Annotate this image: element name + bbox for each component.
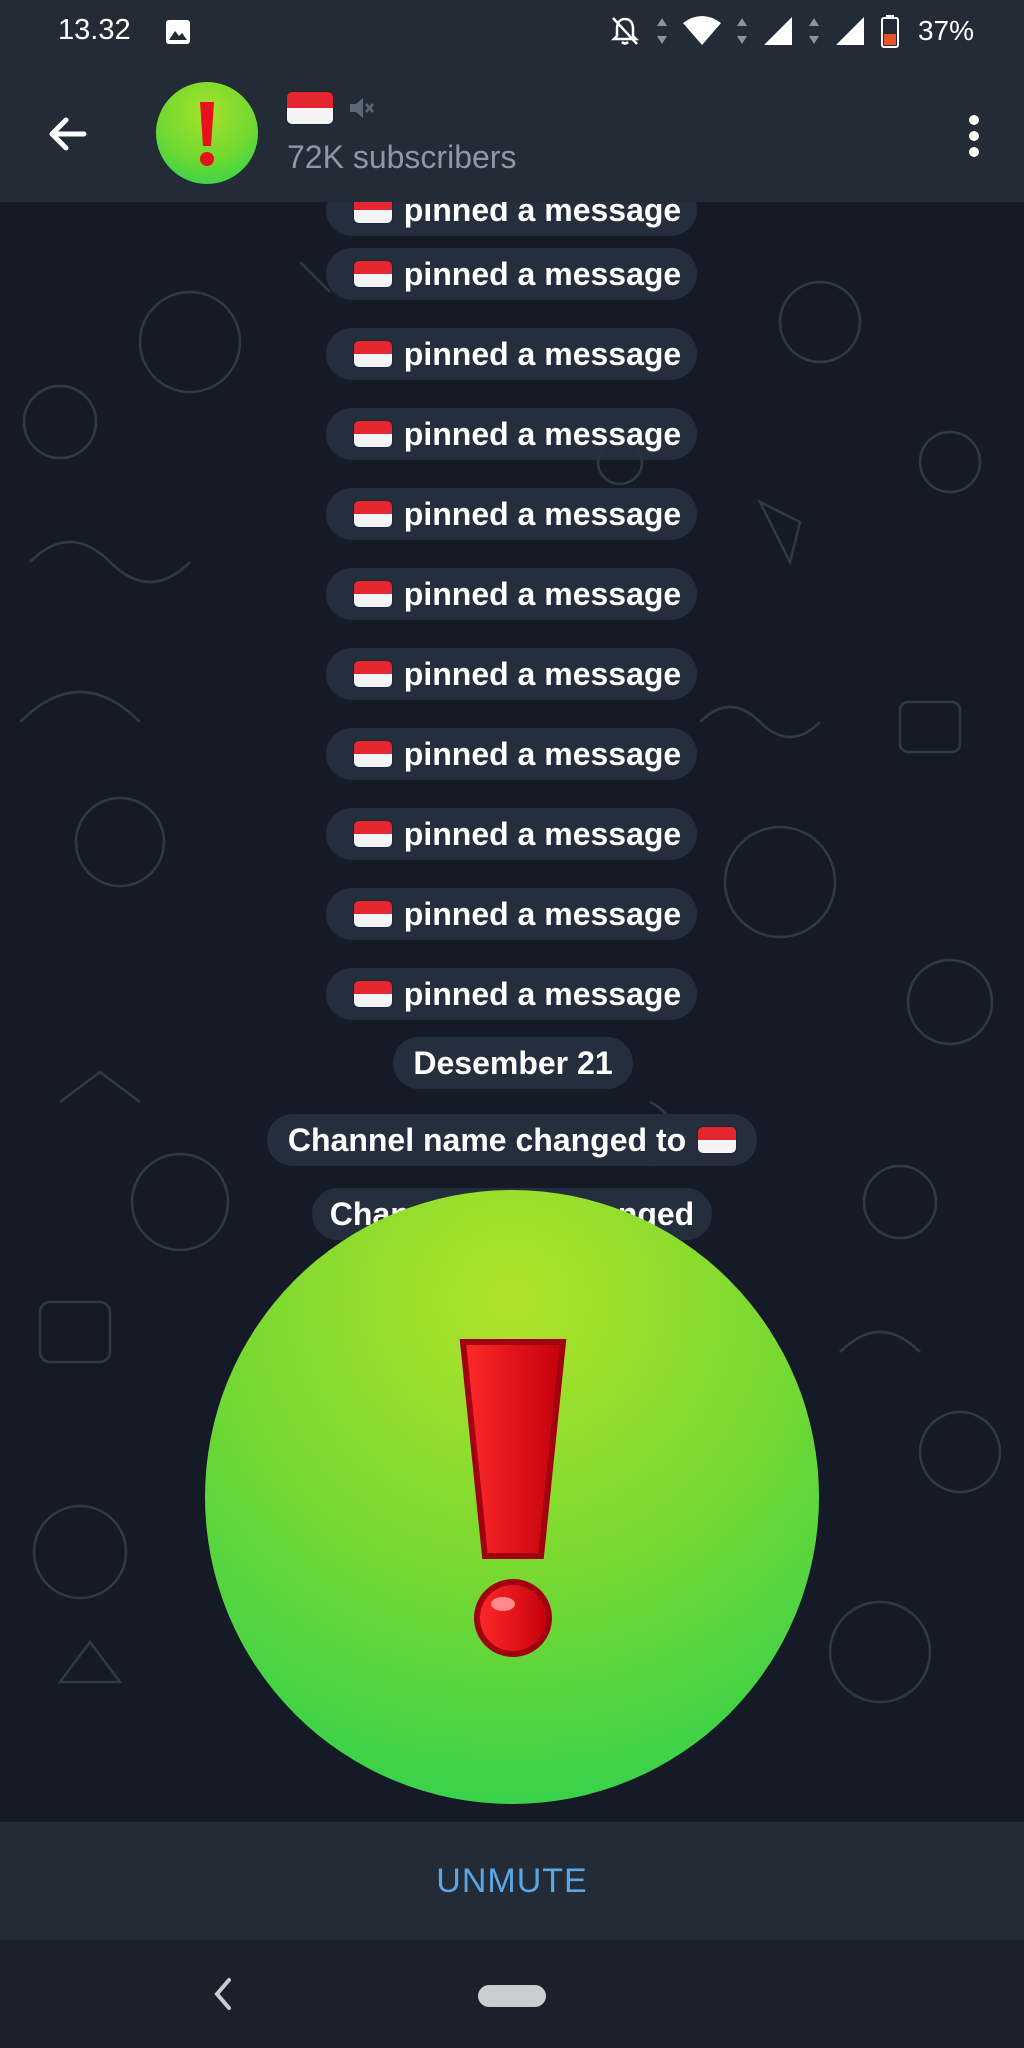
service-message-pinned[interactable]: pinned a message	[326, 728, 697, 780]
service-message-pinned[interactable]: pinned a message	[326, 888, 697, 940]
signal-icon	[835, 17, 864, 45]
nav-home-pill[interactable]	[478, 1985, 546, 2007]
chat-area[interactable]: pinned a message pinned a message pinned…	[0, 202, 1024, 1822]
service-message-pinned[interactable]: pinned a message	[326, 202, 697, 236]
service-message-name-changed[interactable]: Channel name changed to	[267, 1114, 757, 1166]
subscriber-count: 72K subscribers	[287, 139, 517, 175]
indonesia-flag-icon	[353, 202, 392, 223]
service-message-pinned[interactable]: pinned a message	[326, 248, 697, 300]
service-message-pinned[interactable]: pinned a message	[326, 488, 697, 540]
more-options-icon[interactable]	[954, 106, 994, 166]
service-message-pinned[interactable]: pinned a message	[326, 648, 697, 700]
notifications-off-icon	[610, 17, 639, 45]
data-arrows-icon	[736, 18, 747, 44]
indonesia-flag-icon	[353, 421, 392, 447]
indonesia-flag-icon	[353, 821, 392, 847]
indonesia-flag-icon	[353, 501, 392, 527]
unmute-label: UNMUTE	[436, 1861, 588, 1900]
status-time: 13.32	[58, 14, 131, 46]
unmute-button[interactable]: UNMUTE	[0, 1822, 1024, 1940]
battery-icon	[880, 15, 899, 48]
speaker-muted-icon	[350, 98, 374, 118]
indonesia-flag-icon	[353, 741, 392, 767]
battery-percent: 37%	[917, 15, 974, 46]
service-message-pinned[interactable]: pinned a message	[326, 328, 697, 380]
nav-back-icon[interactable]	[205, 1970, 239, 2018]
indonesia-flag-icon	[287, 92, 333, 124]
indonesia-flag-icon	[353, 261, 392, 287]
status-icons: 37%	[608, 14, 974, 48]
channel-avatar[interactable]	[156, 82, 258, 184]
indonesia-flag-icon	[353, 341, 392, 367]
signal-icon	[763, 17, 792, 45]
date-separator: Desember 21	[393, 1037, 633, 1089]
service-message-pinned[interactable]: pinned a message	[326, 968, 697, 1020]
indonesia-flag-icon	[698, 1127, 737, 1153]
data-arrows-icon	[656, 18, 667, 44]
exclamation-icon	[200, 102, 214, 166]
channel-title[interactable]	[287, 92, 375, 124]
indonesia-flag-icon	[353, 581, 392, 607]
data-arrows-icon	[808, 18, 819, 44]
service-message-pinned[interactable]: pinned a message	[326, 808, 697, 860]
service-message-pinned[interactable]: pinned a message	[326, 568, 697, 620]
exclamation-icon	[459, 1339, 567, 1657]
indonesia-flag-icon	[353, 981, 392, 1007]
image-icon	[166, 20, 190, 44]
back-arrow-icon[interactable]	[40, 106, 96, 162]
chat-header: 72K subscribers	[0, 66, 1024, 202]
service-message-pinned[interactable]: pinned a message	[326, 408, 697, 460]
wifi-icon	[682, 16, 721, 45]
indonesia-flag-icon	[353, 661, 392, 687]
indonesia-flag-icon	[353, 901, 392, 927]
status-bar: 13.32 37%	[0, 0, 1024, 66]
channel-photo[interactable]	[205, 1190, 819, 1804]
